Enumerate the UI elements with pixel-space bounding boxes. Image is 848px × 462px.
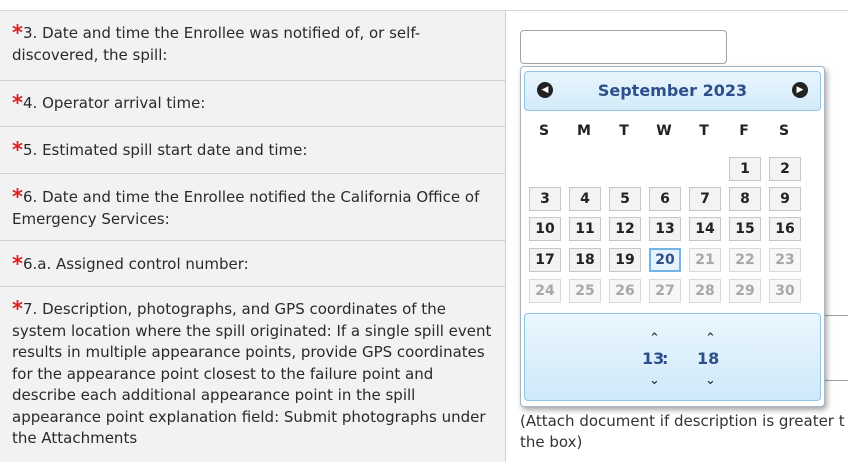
- field-row-6a: *6.a. Assigned control number:: [0, 241, 505, 287]
- minute-down-icon[interactable]: ⌄: [705, 374, 716, 387]
- month-title: September 2023: [597, 81, 748, 100]
- required-marker: *: [12, 138, 23, 162]
- calendar-day[interactable]: 12: [609, 217, 641, 241]
- field-label-7: *7. Description, photographs, and GPS co…: [12, 297, 492, 448]
- calendar-day[interactable]: 13: [649, 217, 681, 241]
- chevron-right-icon[interactable]: ▶: [792, 82, 808, 98]
- calendar-day[interactable]: 15: [729, 217, 761, 241]
- calendar-day[interactable]: 11: [569, 217, 601, 241]
- calendar-day[interactable]: 2: [769, 157, 801, 181]
- field-label-4: *4. Operator arrival time:: [12, 91, 206, 115]
- calendar-day: 22: [729, 248, 761, 272]
- time-separator: :: [662, 349, 669, 368]
- calendar-day: 30: [769, 279, 801, 303]
- required-marker: *: [12, 185, 23, 209]
- weekday-label: T: [699, 123, 709, 139]
- calendar-day: 23: [769, 248, 801, 272]
- description-textarea-edge: [826, 380, 848, 407]
- calendar-day[interactable]: 19: [609, 248, 641, 272]
- calendar-day[interactable]: 6: [649, 187, 681, 211]
- required-marker: *: [12, 91, 23, 115]
- weekday-label: M: [577, 123, 591, 139]
- calendar-day: 29: [729, 279, 761, 303]
- required-marker: *: [12, 297, 23, 321]
- weekday-label: F: [739, 123, 749, 139]
- weekday-label: W: [656, 123, 672, 139]
- time-panel: ⌃ ⌃ 13 : 18 ⌄ ⌄: [524, 313, 821, 401]
- calendar-day[interactable]: 8: [729, 187, 761, 211]
- calendar-day[interactable]: 17: [529, 248, 561, 272]
- hour-value[interactable]: 13: [642, 349, 664, 368]
- description-textarea[interactable]: [822, 315, 848, 381]
- field-label-6: *6. Date and time the Enrollee notified …: [12, 185, 480, 228]
- calendar-day[interactable]: 16: [769, 217, 801, 241]
- weekday-label: T: [619, 123, 629, 139]
- minute-up-icon[interactable]: ⌃: [705, 332, 716, 345]
- month-header: ◀ September 2023 ▶: [524, 71, 821, 111]
- calendar-day[interactable]: 4: [569, 187, 601, 211]
- calendar-day[interactable]: 7: [689, 187, 721, 211]
- calendar-day: 25: [569, 279, 601, 303]
- field-row-7: *7. Description, photographs, and GPS co…: [0, 287, 505, 462]
- hour-up-icon[interactable]: ⌃: [649, 332, 660, 345]
- calendar-day: 24: [529, 279, 561, 303]
- field-row-6: *6. Date and time the Enrollee notified …: [0, 174, 505, 241]
- calendar-day[interactable]: 10: [529, 217, 561, 241]
- calendar-day[interactable]: 1: [729, 157, 761, 181]
- calendar-day: 26: [609, 279, 641, 303]
- attach-note: (Attach document if description is great…: [520, 412, 845, 451]
- calendar-day: 28: [689, 279, 721, 303]
- weekday-label: S: [778, 123, 790, 139]
- field-label-5: *5. Estimated spill start date and time:: [12, 138, 308, 162]
- calendar-day[interactable]: 14: [689, 217, 721, 241]
- minute-value[interactable]: 18: [697, 349, 719, 368]
- calendar-day[interactable]: 9: [769, 187, 801, 211]
- required-marker: *: [12, 252, 23, 276]
- weekday-label: S: [538, 123, 550, 139]
- calendar-day[interactable]: 5: [609, 187, 641, 211]
- field-label-3: *3. Date and time the Enrollee was notif…: [12, 21, 421, 64]
- field-row-5: *5. Estimated spill start date and time:: [0, 127, 505, 174]
- selected-day[interactable]: 20: [649, 248, 681, 272]
- datetime-picker: ◀ September 2023 ▶ SMTWTFS 1 2 3 4 5 6 7 8 9 10 11…: [520, 66, 825, 407]
- field-row-3: *3. Date and time the Enrollee was notif…: [0, 11, 505, 81]
- required-marker: *: [12, 21, 23, 45]
- calendar-day[interactable]: 3: [529, 187, 561, 211]
- calendar-day[interactable]: 18: [569, 248, 601, 272]
- field-label-6a: *6.a. Assigned control number:: [12, 252, 249, 276]
- hour-down-icon[interactable]: ⌄: [649, 374, 660, 387]
- notified-datetime-input[interactable]: [520, 30, 727, 64]
- field-row-4: *4. Operator arrival time:: [0, 81, 505, 127]
- calendar-day: 27: [649, 279, 681, 303]
- calendar-day: 21: [689, 248, 721, 272]
